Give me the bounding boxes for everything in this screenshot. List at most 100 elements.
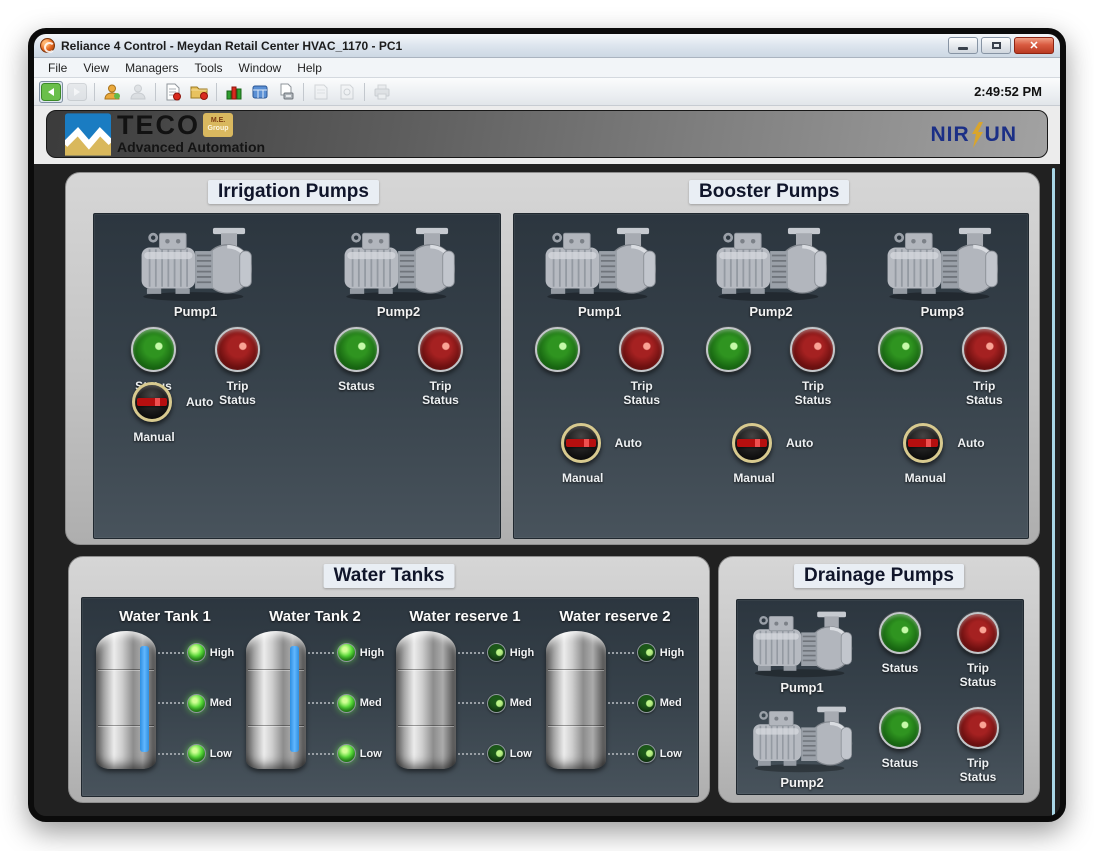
connector-dots [458, 652, 484, 654]
teco-group-badge: M.E. Group [203, 113, 233, 137]
pump-icon [341, 226, 457, 302]
tank-name: Water reserve 2 [559, 608, 670, 625]
connector-dots [458, 753, 484, 755]
nirsun-bolt-icon [971, 122, 984, 148]
med-level-light [487, 694, 506, 713]
water-reserve-2-group: Water reserve 2 High Med Low [540, 608, 690, 769]
window-title: Reliance 4 Control - Meydan Retail Cente… [61, 39, 948, 53]
switch-handle-icon [737, 439, 767, 447]
tank-icon [96, 631, 156, 769]
low-label: Low [360, 748, 382, 760]
user-logout-icon [129, 83, 147, 101]
status-label: Status [873, 661, 927, 675]
high-level-light [637, 643, 656, 662]
high-level-light [487, 643, 506, 662]
connector-dots [308, 652, 334, 654]
water-level-bar [140, 646, 149, 752]
drainage-title: Drainage Pumps [794, 564, 964, 588]
menu-file[interactable]: File [40, 60, 75, 76]
manual-label: Manual [883, 471, 967, 485]
high-label: High [660, 647, 684, 659]
data-table-icon [251, 83, 269, 101]
tank-name: Water Tank 1 [119, 608, 211, 625]
tank-icon [396, 631, 456, 769]
connector-dots [608, 652, 634, 654]
back-button[interactable] [39, 81, 63, 103]
trip-status-light [957, 612, 999, 654]
data-table-button[interactable] [248, 81, 272, 103]
auto-manual-switch[interactable] [732, 423, 772, 463]
pump-icon [750, 705, 854, 773]
trip-status-label: Trip Status [957, 379, 1011, 407]
user-logout-button [126, 81, 150, 103]
toolbar-separator [364, 83, 365, 101]
connector-dots [158, 753, 184, 755]
med-label: Med [210, 697, 232, 709]
print-icon [373, 83, 391, 101]
print-document-button[interactable] [274, 81, 298, 103]
tank-seam [398, 725, 454, 727]
status-light [878, 327, 923, 372]
user-login-button[interactable] [100, 81, 124, 103]
med-level-light [187, 694, 206, 713]
status-light [131, 327, 176, 372]
trip-status-label: Trip Status [414, 379, 468, 407]
menu-view[interactable]: View [75, 60, 117, 76]
print-preview-button [335, 81, 359, 103]
booster-mode-switch-block: Auto Manual [541, 423, 659, 489]
pump-name: Pump2 [780, 775, 823, 790]
trip-status-light [962, 327, 1007, 372]
connector-dots [608, 753, 634, 755]
minimize-button[interactable] [948, 37, 978, 54]
irrigation-pump2-group: Pump2 Status Trip Status [326, 226, 472, 407]
drainage-pump1-row: Pump1 Status Trip Status [737, 600, 1023, 695]
report-document-icon [164, 83, 182, 101]
toolbar-separator [216, 83, 217, 101]
tank-icon [246, 631, 306, 769]
low-level-light [637, 744, 656, 763]
med-level-light [337, 694, 356, 713]
menu-help[interactable]: Help [289, 60, 330, 76]
banner-area: TECO M.E. Group Advanced Automation NIR … [34, 106, 1060, 164]
auto-manual-switch[interactable] [132, 382, 172, 422]
auto-manual-switch[interactable] [903, 423, 943, 463]
restore-button[interactable] [981, 37, 1011, 54]
report-document-button[interactable] [161, 81, 185, 103]
menu-managers[interactable]: Managers [117, 60, 186, 76]
trip-status-label: Trip Status [951, 661, 1005, 689]
tank-seam [398, 669, 454, 671]
close-button[interactable]: ✕ [1014, 37, 1054, 54]
menu-window[interactable]: Window [231, 60, 290, 76]
page-setup-icon [312, 83, 330, 101]
pump-icon [884, 226, 1000, 302]
water-reserve-1-group: Water reserve 1 High Med Low [390, 608, 540, 769]
connector-dots [308, 753, 334, 755]
status-light [879, 707, 921, 749]
low-level-light [487, 744, 506, 763]
report-folder-button[interactable] [187, 81, 211, 103]
toolbar: 2:49:52 PM [34, 78, 1060, 106]
low-label: Low [510, 748, 532, 760]
water-level-bar [290, 646, 299, 752]
app-icon [40, 38, 55, 53]
switch-handle-icon [566, 439, 596, 447]
high-level-light [337, 643, 356, 662]
back-icon [41, 83, 61, 101]
high-label: High [210, 647, 234, 659]
menu-tools[interactable]: Tools [187, 60, 231, 76]
switch-handle-icon [908, 439, 938, 447]
trend-chart-button[interactable] [222, 81, 246, 103]
booster-pump1-group: Pump1 Trip Status Auto Manual [527, 226, 673, 489]
print-button [370, 81, 394, 103]
auto-manual-switch[interactable] [561, 423, 601, 463]
booster-mode-switch-block: Auto Manual [883, 423, 1001, 489]
med-level-light [637, 694, 656, 713]
high-level-light [187, 643, 206, 662]
forward-icon [67, 83, 87, 101]
manual-label: Manual [541, 471, 625, 485]
water-tank-2-group: Water Tank 2 High Med Low [240, 608, 390, 769]
drainage-pump2-row: Pump2 Status Trip Status [737, 695, 1023, 790]
water-tanks-panel: Water Tank 1 High Med Low [81, 597, 699, 797]
pump-icon [542, 226, 658, 302]
connector-dots [608, 702, 634, 704]
